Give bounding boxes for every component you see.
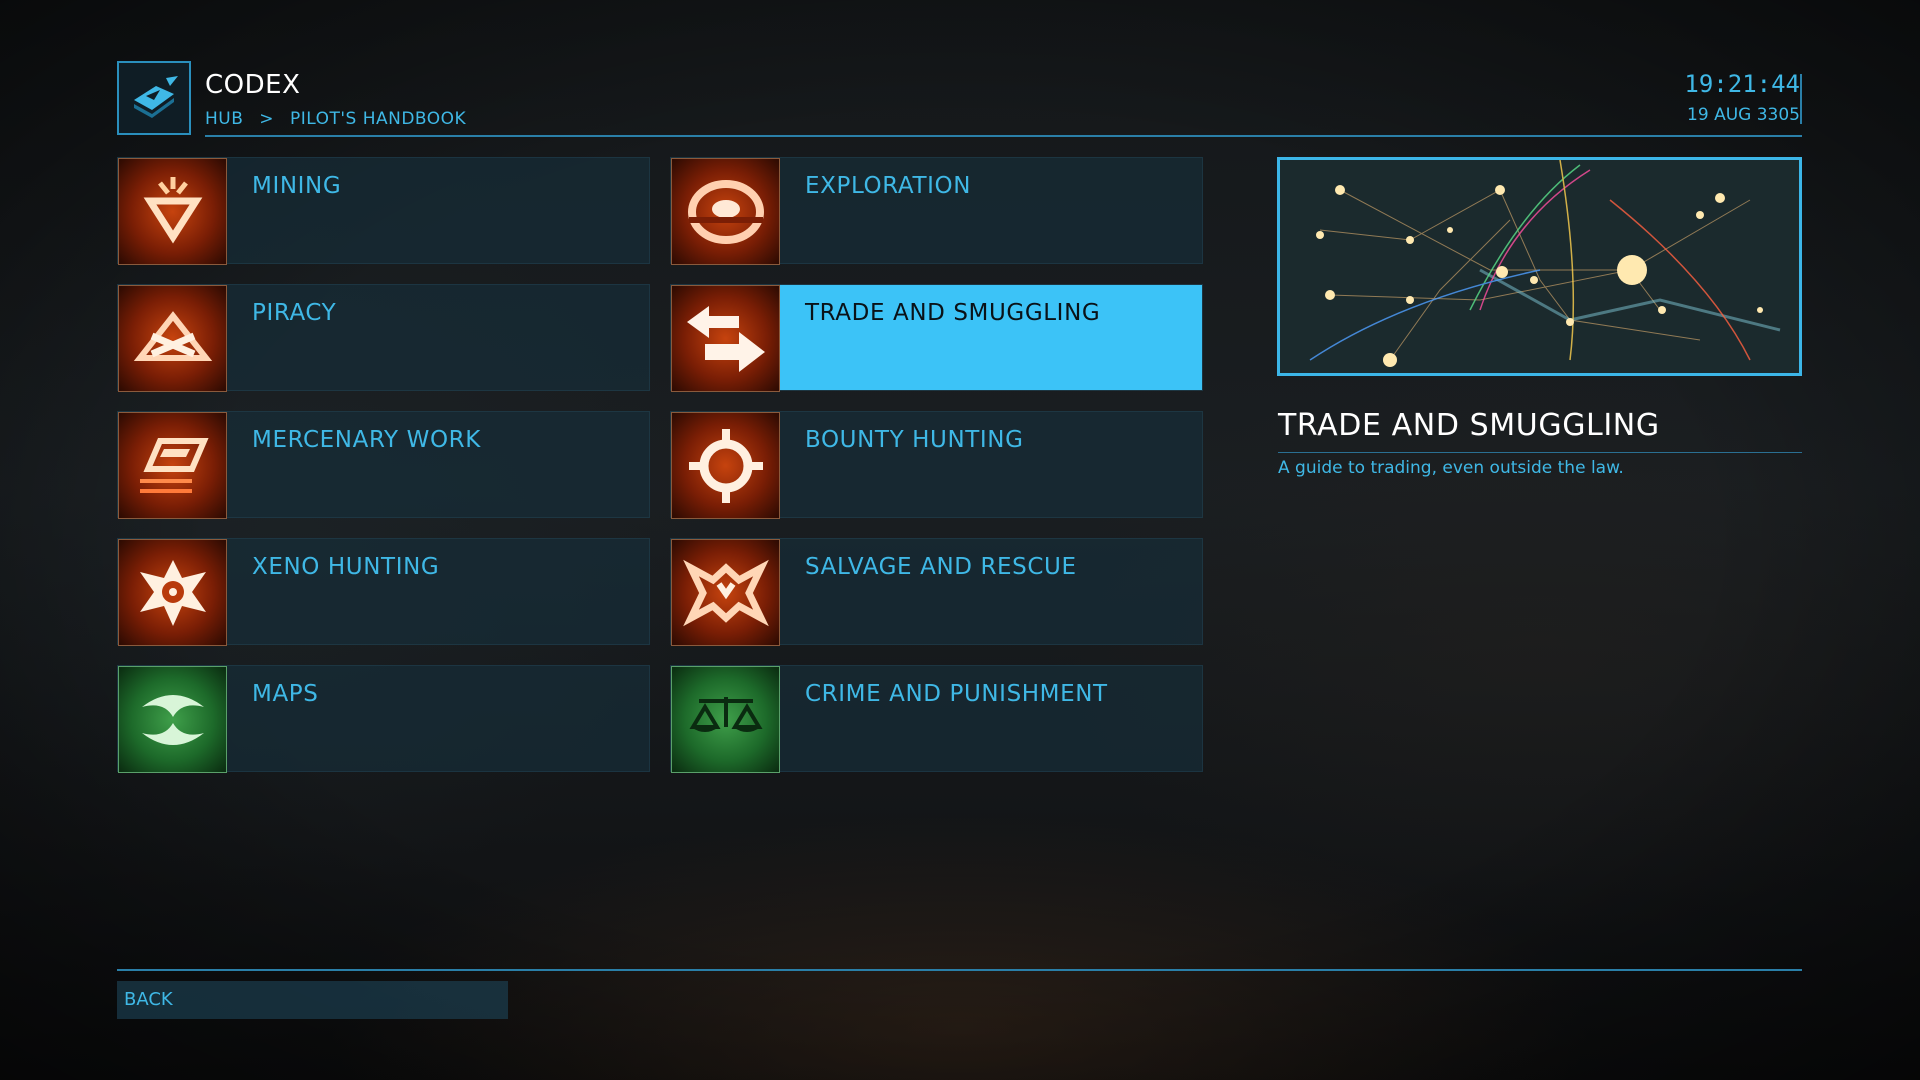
header-divider (205, 135, 1802, 137)
mining-icon (118, 158, 227, 265)
codex-book-icon (117, 61, 191, 135)
breadcrumb-hub[interactable]: HUB (205, 109, 243, 129)
category-label: MINING (252, 173, 342, 199)
piracy-icon (118, 285, 227, 392)
category-preview-image (1277, 157, 1802, 376)
category-label: MAPS (252, 681, 319, 707)
category-label: PIRACY (252, 300, 337, 326)
detail-divider (1278, 452, 1802, 453)
category-label: XENO HUNTING (252, 554, 440, 580)
trade-icon (671, 285, 780, 392)
clock-divider (1800, 74, 1802, 124)
category-tile-salvage-and-rescue[interactable]: SALVAGE AND RESCUE (670, 538, 1203, 646)
category-label: CRIME AND PUNISHMENT (805, 681, 1108, 707)
xeno-icon (118, 539, 227, 646)
category-tile-piracy[interactable]: PIRACY (117, 284, 650, 392)
category-tile-mining[interactable]: MINING (117, 157, 650, 265)
category-tile-trade-and-smuggling[interactable]: TRADE AND SMUGGLING (670, 284, 1203, 392)
bounty-icon (671, 412, 780, 519)
category-label: TRADE AND SMUGGLING (805, 300, 1101, 326)
category-tile-xeno-hunting[interactable]: XENO HUNTING (117, 538, 650, 646)
back-button[interactable]: BACK (117, 981, 508, 1019)
crime-icon (671, 666, 780, 773)
clock-time: 19:21:44 (1684, 70, 1800, 98)
category-tile-exploration[interactable]: EXPLORATION (670, 157, 1203, 265)
mercenary-icon (118, 412, 227, 519)
category-label: SALVAGE AND RESCUE (805, 554, 1077, 580)
detail-description: A guide to trading, even outside the law… (1278, 458, 1624, 478)
salvage-icon (671, 539, 780, 646)
page-title: CODEX (205, 70, 301, 100)
maps-icon (118, 666, 227, 773)
breadcrumb-pilots-handbook: PILOT'S HANDBOOK (289, 109, 467, 129)
category-tile-crime-and-punishment[interactable]: CRIME AND PUNISHMENT (670, 665, 1203, 773)
category-label: EXPLORATION (805, 173, 971, 199)
footer-divider (117, 969, 1802, 971)
clock-date: 19 AUG 3305 (1687, 105, 1800, 125)
exploration-icon (671, 158, 780, 265)
category-label: BOUNTY HUNTING (805, 427, 1024, 453)
category-tile-mercenary-work[interactable]: MERCENARY WORK (117, 411, 650, 519)
breadcrumb: HUB > PILOT'S HANDBOOK (205, 109, 476, 129)
category-tile-bounty-hunting[interactable]: BOUNTY HUNTING (670, 411, 1203, 519)
detail-title: TRADE AND SMUGGLING (1278, 408, 1660, 443)
breadcrumb-separator: > (259, 109, 275, 129)
category-tile-maps[interactable]: MAPS (117, 665, 650, 773)
category-label: MERCENARY WORK (252, 427, 481, 453)
